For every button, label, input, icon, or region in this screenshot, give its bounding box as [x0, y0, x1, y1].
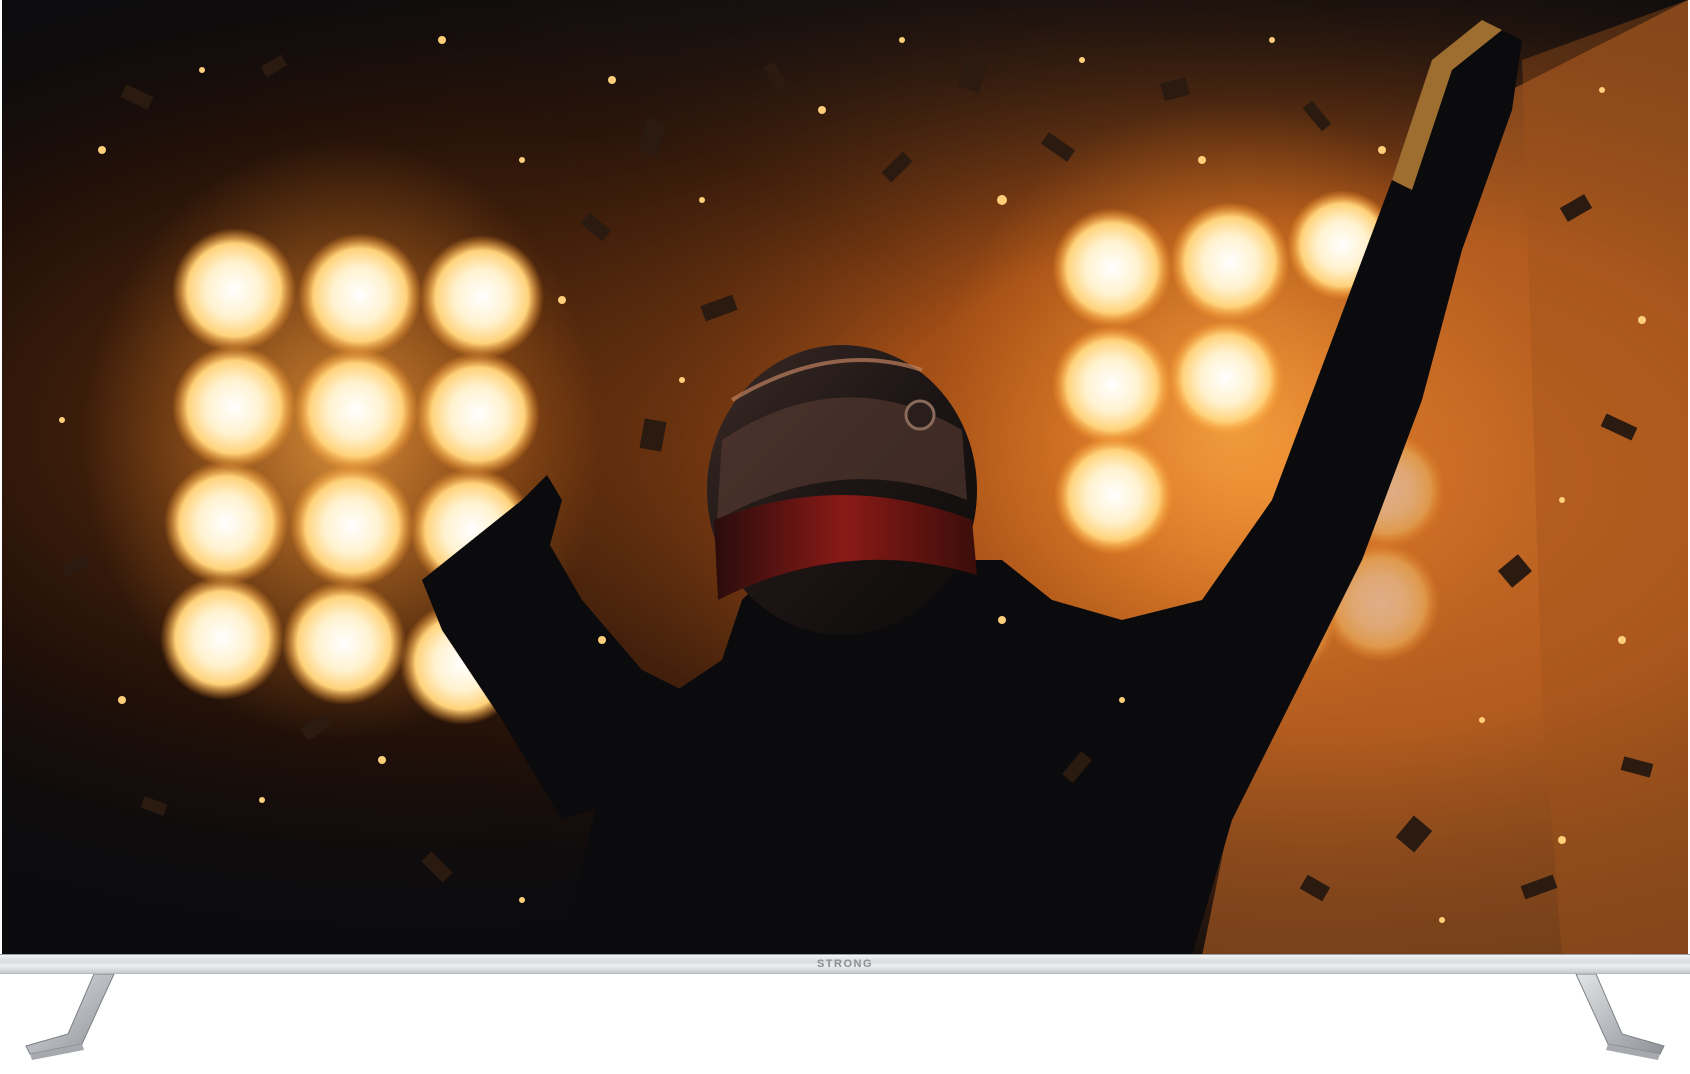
helmet [707, 345, 977, 635]
tv-screen [2, 0, 1688, 956]
television: STRONG [0, 0, 1690, 1074]
left-stand-icon [22, 974, 122, 1064]
brand-logo: STRONG [816, 958, 874, 970]
screen-image [2, 0, 1688, 956]
right-stand-icon [1568, 974, 1668, 1064]
